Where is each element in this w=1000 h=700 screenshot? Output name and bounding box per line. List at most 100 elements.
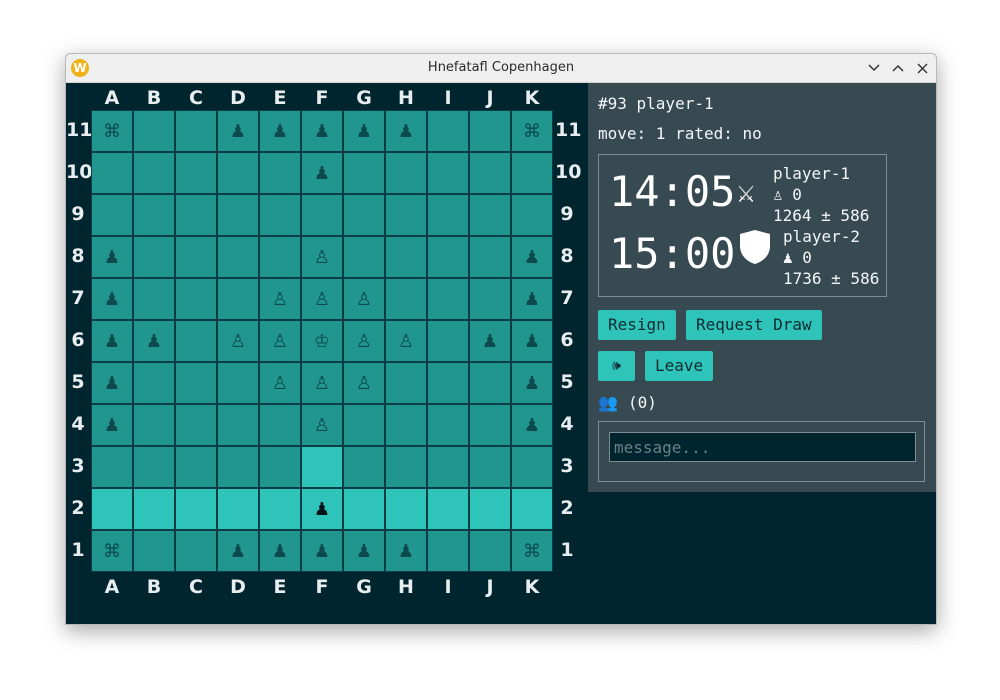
board-square-k11[interactable]: ⌘ [511,110,553,152]
board-square-j4[interactable] [469,404,511,446]
board-square-a5[interactable]: ♟ [91,362,133,404]
board-square-h6[interactable]: ♙ [385,320,427,362]
board-square-f5[interactable]: ♙ [301,362,343,404]
board-square-k8[interactable]: ♟ [511,236,553,278]
board-square-a1[interactable]: ⌘ [91,530,133,572]
board-square-i6[interactable] [427,320,469,362]
board-square-d5[interactable] [217,362,259,404]
board-square-h8[interactable] [385,236,427,278]
board-square-e5[interactable]: ♙ [259,362,301,404]
board-square-f6[interactable]: ♔ [301,320,343,362]
board-square-g9[interactable] [343,194,385,236]
board-square-i1[interactable] [427,530,469,572]
board-square-b1[interactable] [133,530,175,572]
board-square-j10[interactable] [469,152,511,194]
board-square-c4[interactable] [175,404,217,446]
board-square-d4[interactable] [217,404,259,446]
board-square-f7[interactable]: ♙ [301,278,343,320]
board-square-d9[interactable] [217,194,259,236]
board-square-c6[interactable] [175,320,217,362]
board-square-h3[interactable] [385,446,427,488]
board-square-c2[interactable] [175,488,217,530]
board-square-j11[interactable] [469,110,511,152]
board-square-c11[interactable] [175,110,217,152]
board-square-a11[interactable]: ⌘ [91,110,133,152]
sound-toggle-button[interactable]: 🕪 [598,351,635,381]
board-square-g2[interactable] [343,488,385,530]
board-square-b9[interactable] [133,194,175,236]
board-square-e1[interactable]: ♟ [259,530,301,572]
board-square-e10[interactable] [259,152,301,194]
board-square-e4[interactable] [259,404,301,446]
board-square-g10[interactable] [343,152,385,194]
board-square-k3[interactable] [511,446,553,488]
board-square-j3[interactable] [469,446,511,488]
board-square-d10[interactable] [217,152,259,194]
board-square-d6[interactable]: ♙ [217,320,259,362]
board-square-k5[interactable]: ♟ [511,362,553,404]
board-square-c1[interactable] [175,530,217,572]
board-square-f9[interactable] [301,194,343,236]
board-square-b4[interactable] [133,404,175,446]
board-square-a9[interactable] [91,194,133,236]
board-square-h4[interactable] [385,404,427,446]
board-square-k7[interactable]: ♟ [511,278,553,320]
board-square-e2[interactable] [259,488,301,530]
board-square-j9[interactable] [469,194,511,236]
board-square-d3[interactable] [217,446,259,488]
board-square-b3[interactable] [133,446,175,488]
board-square-k1[interactable]: ⌘ [511,530,553,572]
board-square-a7[interactable]: ♟ [91,278,133,320]
board-square-h1[interactable]: ♟ [385,530,427,572]
board-square-c9[interactable] [175,194,217,236]
board-square-a3[interactable] [91,446,133,488]
board-square-i9[interactable] [427,194,469,236]
board-square-e11[interactable]: ♟ [259,110,301,152]
board-square-c10[interactable] [175,152,217,194]
board-square-i4[interactable] [427,404,469,446]
board-square-i11[interactable] [427,110,469,152]
board-square-f2[interactable]: ♟ [301,488,343,530]
close-button[interactable] [912,58,932,78]
board-square-g6[interactable]: ♙ [343,320,385,362]
board-square-f4[interactable]: ♙ [301,404,343,446]
board-square-f11[interactable]: ♟ [301,110,343,152]
board-square-b11[interactable] [133,110,175,152]
board-square-b5[interactable] [133,362,175,404]
leave-button[interactable]: Leave [645,351,714,381]
board-square-c5[interactable] [175,362,217,404]
board-square-k10[interactable] [511,152,553,194]
request-draw-button[interactable]: Request Draw [686,310,822,340]
board-square-d11[interactable]: ♟ [217,110,259,152]
board-square-b6[interactable]: ♟ [133,320,175,362]
board-square-j2[interactable] [469,488,511,530]
board-square-c3[interactable] [175,446,217,488]
board-square-h7[interactable] [385,278,427,320]
board-square-e3[interactable] [259,446,301,488]
board-square-a2[interactable] [91,488,133,530]
board-square-b8[interactable] [133,236,175,278]
board-square-j5[interactable] [469,362,511,404]
board-square-f10[interactable]: ♟ [301,152,343,194]
board-square-g4[interactable] [343,404,385,446]
board-square-k6[interactable]: ♟ [511,320,553,362]
board-square-h9[interactable] [385,194,427,236]
board-square-g8[interactable] [343,236,385,278]
board-square-f1[interactable]: ♟ [301,530,343,572]
board-square-j1[interactable] [469,530,511,572]
board-square-h10[interactable] [385,152,427,194]
board-square-e7[interactable]: ♙ [259,278,301,320]
board-square-b7[interactable] [133,278,175,320]
board-square-a8[interactable]: ♟ [91,236,133,278]
board-square-a4[interactable]: ♟ [91,404,133,446]
board-square-i7[interactable] [427,278,469,320]
board-square-g5[interactable]: ♙ [343,362,385,404]
board-square-g1[interactable]: ♟ [343,530,385,572]
board-square-i8[interactable] [427,236,469,278]
board-square-k2[interactable] [511,488,553,530]
board-square-i5[interactable] [427,362,469,404]
board-square-g3[interactable] [343,446,385,488]
board-square-d1[interactable]: ♟ [217,530,259,572]
board-square-c7[interactable] [175,278,217,320]
board-square-d8[interactable] [217,236,259,278]
